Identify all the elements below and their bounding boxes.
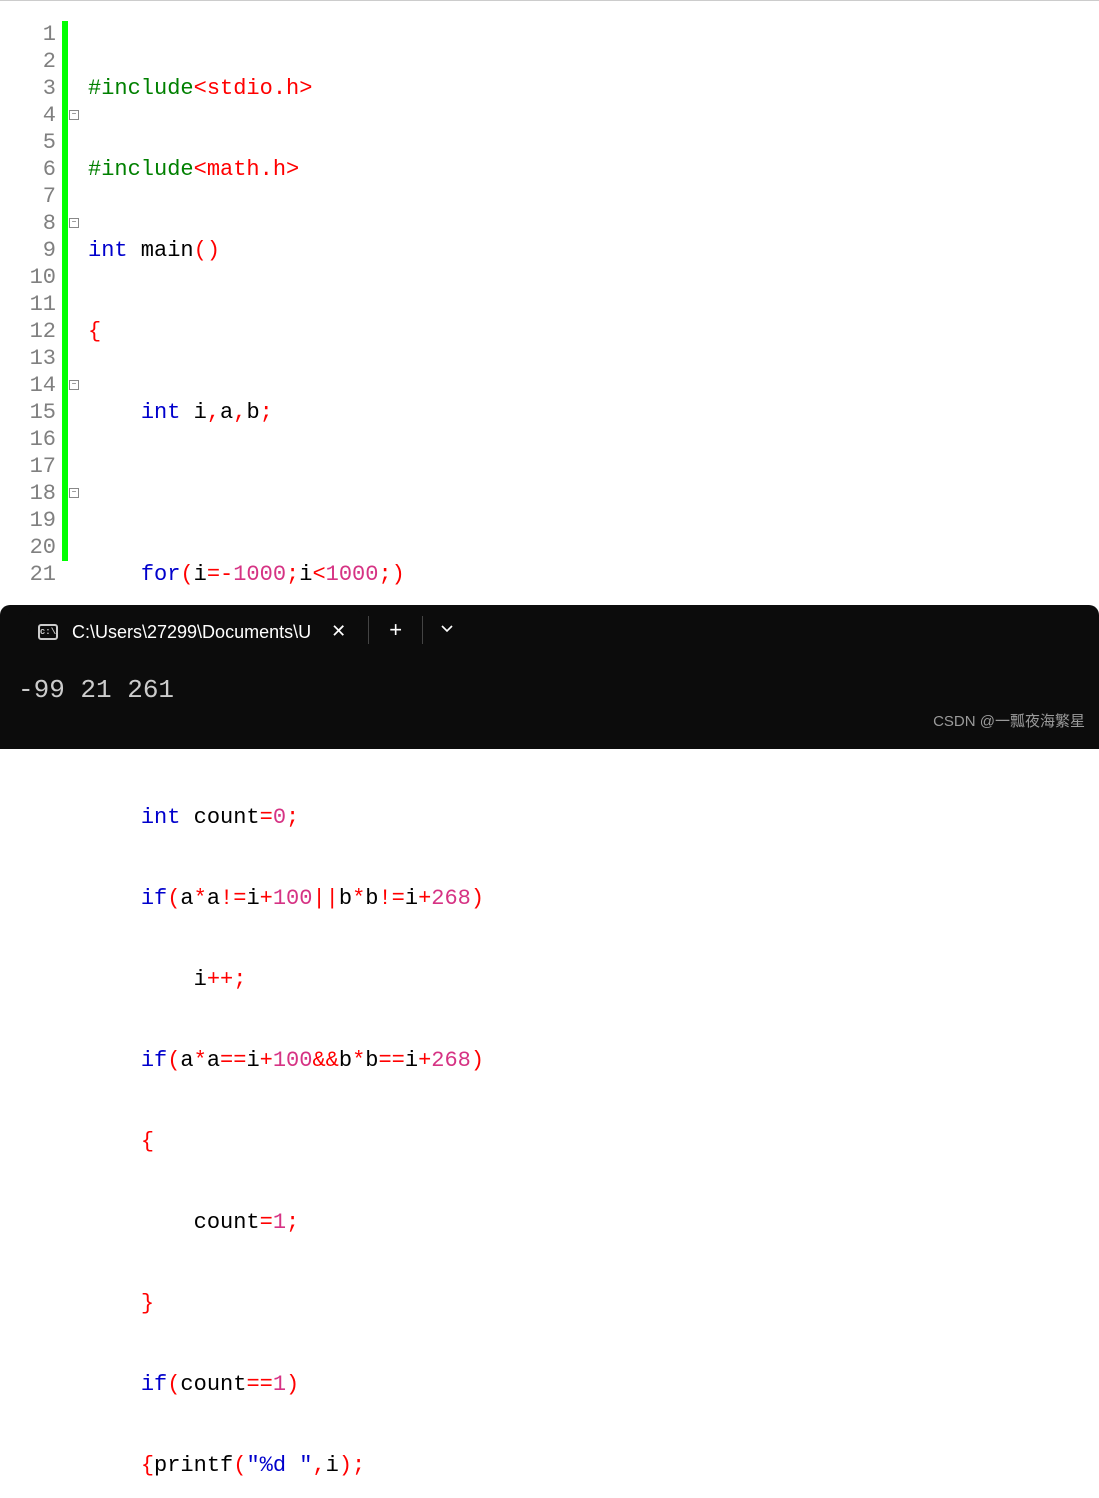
line-number: 11: [0, 291, 56, 318]
cmd-icon: c:\: [38, 624, 58, 640]
line-number: 16: [0, 426, 56, 453]
tab-dropdown-button[interactable]: [429, 620, 465, 641]
line-number: 18: [0, 480, 56, 507]
code-line: int count=0;: [88, 804, 1099, 831]
close-icon[interactable]: ✕: [325, 621, 352, 643]
code-line: #include<math.h>: [88, 156, 1099, 183]
code-line: i++;: [88, 966, 1099, 993]
line-number: 3: [0, 75, 56, 102]
line-number: 7: [0, 183, 56, 210]
line-number: 2: [0, 48, 56, 75]
line-number: 8: [0, 210, 56, 237]
fold-column: − − − −: [68, 1, 82, 606]
line-number: 13: [0, 345, 56, 372]
code-line: [88, 480, 1099, 507]
code-editor[interactable]: 123456789101112131415161718192021 −−−− #…: [0, 1, 1099, 606]
line-number: 1: [0, 21, 56, 48]
line-number: 4: [0, 102, 56, 129]
fold-toggle[interactable]: −: [69, 488, 79, 498]
fold-toggle[interactable]: −: [69, 218, 79, 228]
chevron-down-icon: [439, 620, 455, 636]
watermark: CSDN @一瓢夜海繁星: [933, 710, 1085, 731]
terminal-tab-title: C:\Users\27299\Documents\U: [72, 622, 311, 643]
line-number: 5: [0, 129, 56, 156]
line-number: 21: [0, 561, 56, 588]
line-gutter: 123456789101112131415161718192021: [0, 1, 62, 606]
terminal-tab[interactable]: c:\ C:\Users\27299\Documents\U ✕: [28, 609, 362, 655]
terminal-panel: c:\ C:\Users\27299\Documents\U ✕ + -99 2…: [0, 605, 1099, 749]
line-number: 14: [0, 372, 56, 399]
code-line: }: [88, 1290, 1099, 1317]
code-line: for(i=-1000;i<1000;): [88, 561, 1099, 588]
divider: [422, 616, 423, 644]
terminal-tab-bar: c:\ C:\Users\27299\Documents\U ✕ +: [0, 605, 1099, 655]
code-line: int i,a,b;: [88, 399, 1099, 426]
code-line: count=1;: [88, 1209, 1099, 1236]
line-number: 10: [0, 264, 56, 291]
fold-toggle[interactable]: −: [69, 380, 79, 390]
code-text-area[interactable]: #include<stdio.h> #include<math.h> int m…: [82, 1, 1099, 606]
code-line: {printf("%d ",i);: [88, 1452, 1099, 1479]
line-number: 6: [0, 156, 56, 183]
code-line: if(count==1): [88, 1371, 1099, 1398]
new-tab-button[interactable]: +: [375, 617, 416, 643]
divider: [368, 616, 369, 644]
code-line: if(a*a!=i+100||b*b!=i+268): [88, 885, 1099, 912]
line-number: 15: [0, 399, 56, 426]
fold-toggle[interactable]: −: [69, 110, 79, 120]
code-line: {: [88, 318, 1099, 345]
code-line: if(a*a==i+100&&b*b==i+268): [88, 1047, 1099, 1074]
code-line: int main(): [88, 237, 1099, 264]
line-number: 9: [0, 237, 56, 264]
line-number: 17: [0, 453, 56, 480]
line-number: 19: [0, 507, 56, 534]
line-number: 20: [0, 534, 56, 561]
code-line: #include<stdio.h>: [88, 75, 1099, 102]
line-number: 12: [0, 318, 56, 345]
code-line: {: [88, 1128, 1099, 1155]
